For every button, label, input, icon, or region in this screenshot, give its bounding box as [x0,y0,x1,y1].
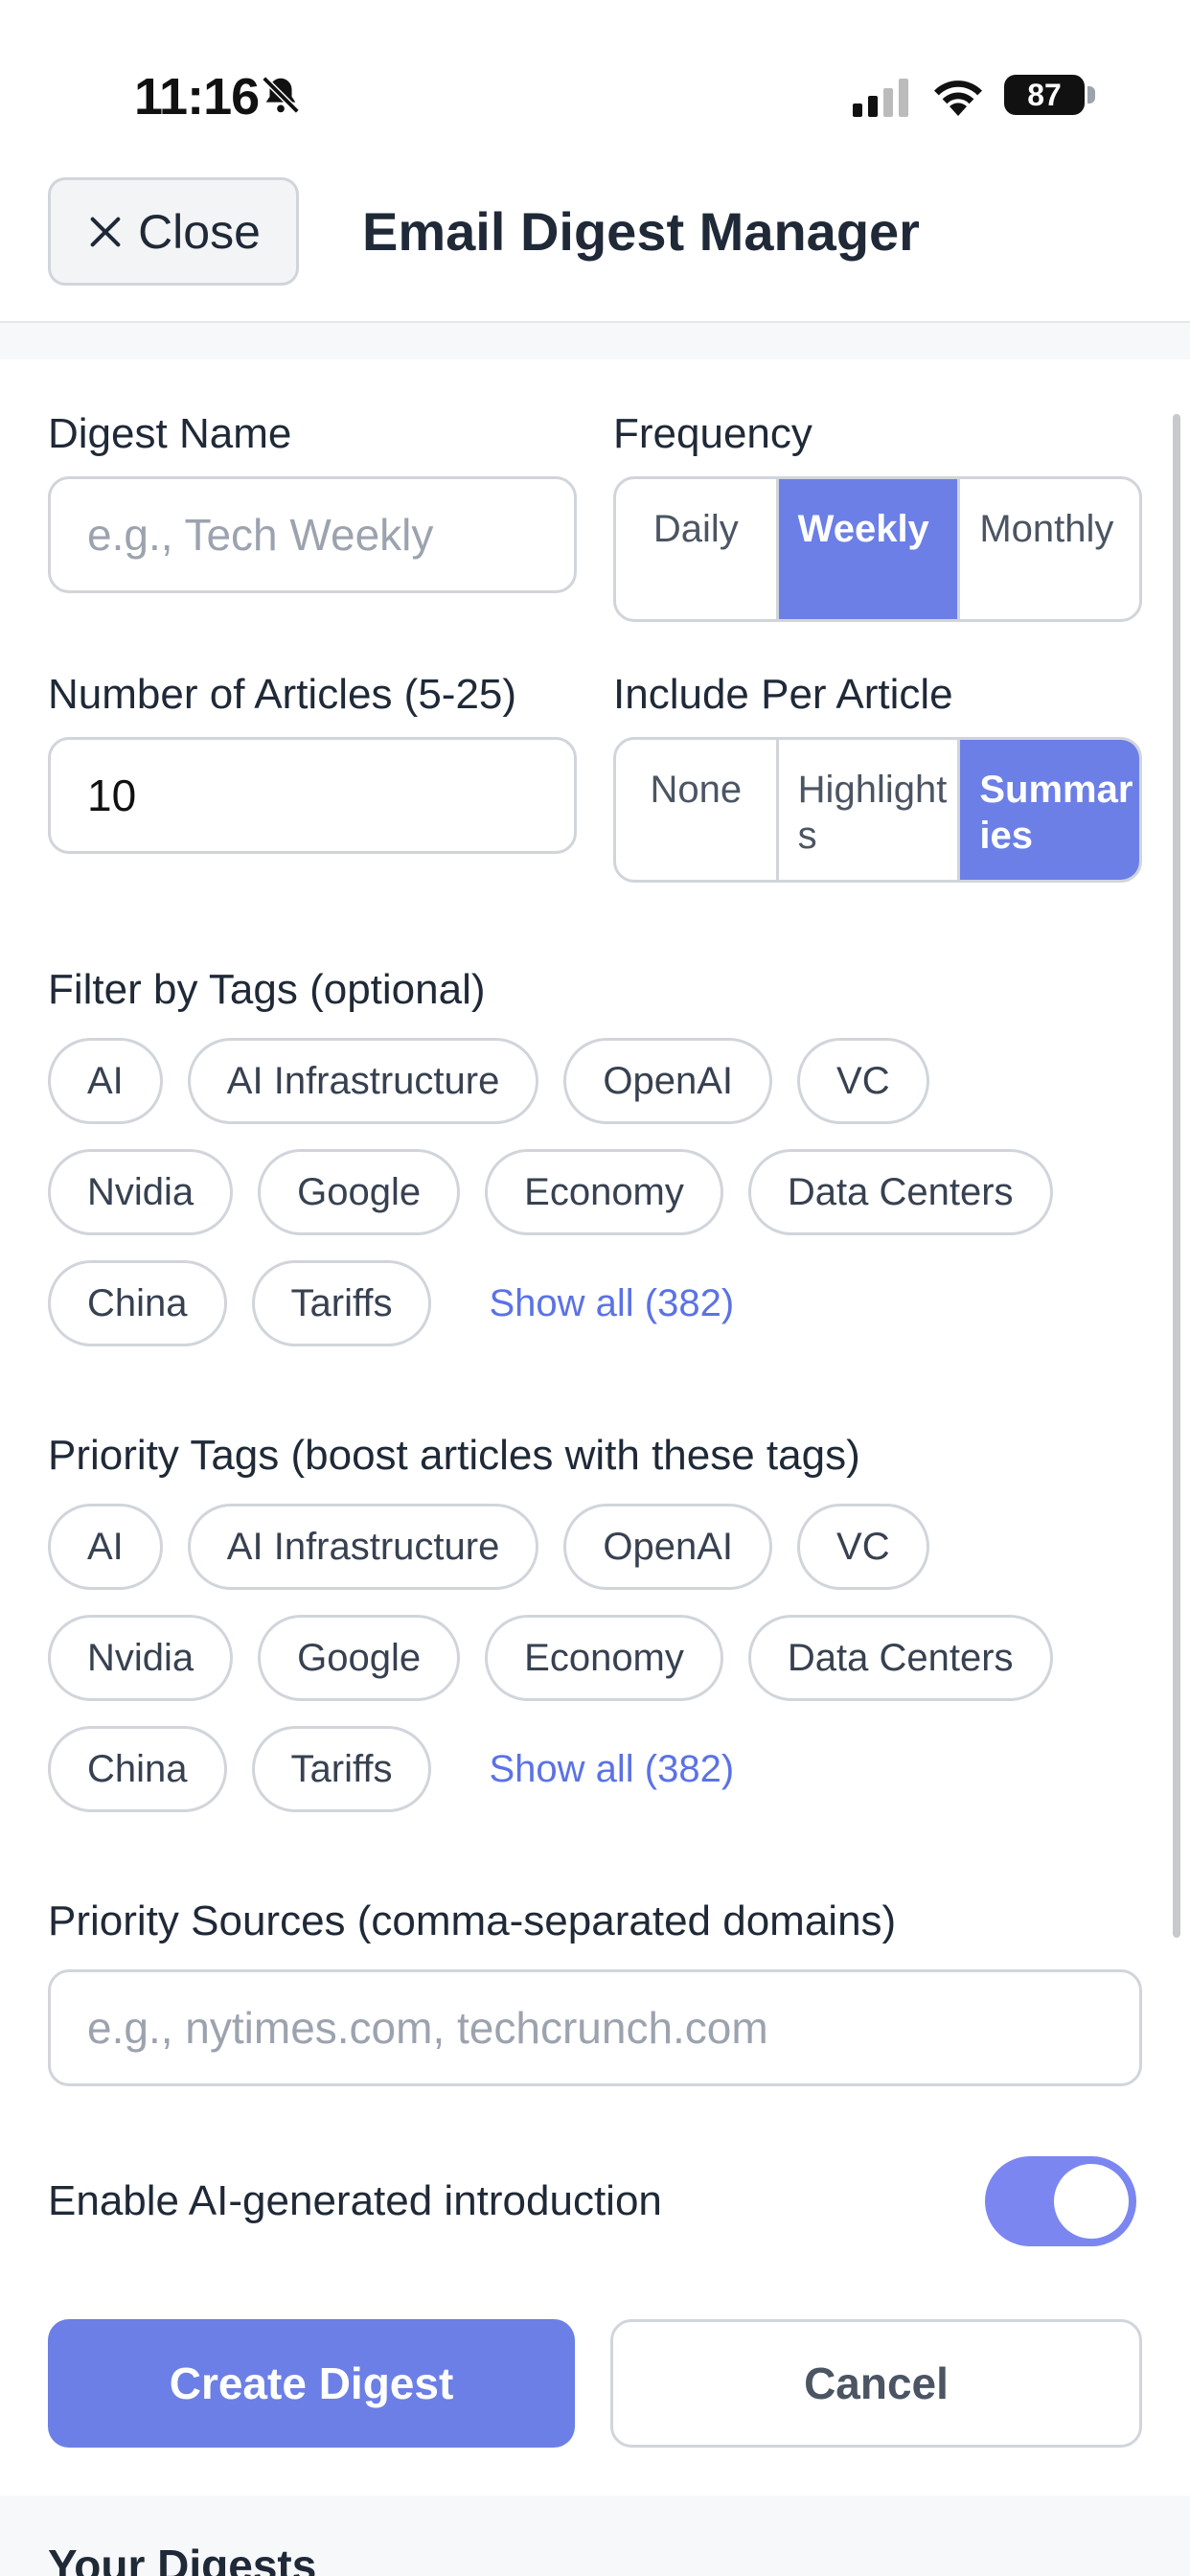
wifi-icon [934,80,982,116]
priority-tag-chip[interactable]: Tariffs [251,1726,432,1812]
include-option-none[interactable]: None [616,740,779,880]
filter-tags-row: Nvidia Google Economy Data Centers [48,1149,1053,1235]
signal-icon [853,79,908,117]
frequency-label: Frequency [613,410,812,457]
battery-level: 87 [1027,77,1062,112]
priority-tags-row: Nvidia Google Economy Data Centers [48,1615,1053,1701]
filter-tag-chip[interactable]: China [48,1260,227,1346]
battery-icon: 87 [1004,75,1085,115]
filter-tags-row: AI AI Infrastructure OpenAI VC [48,1038,929,1124]
priority-tag-chip[interactable]: Google [258,1615,461,1701]
filter-tag-chip[interactable]: Data Centers [747,1149,1053,1235]
filter-tag-chip[interactable]: Tariffs [251,1260,432,1346]
priority-sources-label: Priority Sources (comma-separated domain… [48,1898,897,1944]
priority-tag-chip[interactable]: AI Infrastructure [187,1504,539,1590]
frequency-option-monthly[interactable]: Monthly [960,479,1139,619]
priority-tag-chip[interactable]: OpenAI [563,1504,773,1590]
section-divider [0,323,1190,359]
filter-tags-show-all-link[interactable]: Show all (382) [489,1282,734,1325]
include-per-article-selector: None Highlights Summaries [613,737,1142,883]
scrollbar[interactable] [1173,414,1180,1938]
priority-tag-chip[interactable]: China [48,1726,227,1812]
include-option-highlights[interactable]: Highlights [779,740,961,880]
include-option-summaries[interactable]: Summaries [960,740,1139,880]
filter-tag-chip[interactable]: AI Infrastructure [187,1038,539,1124]
close-label: Close [138,204,261,259]
priority-tag-chip[interactable]: VC [797,1504,929,1590]
digest-name-label: Digest Name [48,410,292,457]
priority-sources-input[interactable] [48,1969,1142,2086]
page-title: Email Digest Manager [362,201,920,262]
frequency-selector: Daily Weekly Monthly [613,476,1142,622]
status-bar: 11:16 87 [0,0,1190,182]
priority-tags-row: China Tariffs Show all (382) [48,1726,734,1812]
filter-tag-chip[interactable]: OpenAI [563,1038,773,1124]
filter-tag-chip[interactable]: VC [797,1038,929,1124]
digest-name-input[interactable] [48,476,577,593]
bell-slash-icon [262,76,300,114]
filter-tag-chip[interactable]: Nvidia [48,1149,234,1235]
num-articles-input[interactable] [48,737,577,854]
header: Close Email Digest Manager [0,177,1190,323]
priority-tag-chip[interactable]: Economy [485,1615,723,1701]
filter-tag-chip[interactable]: Economy [485,1149,723,1235]
ai-intro-toggle[interactable] [985,2156,1136,2246]
filter-tags-row: China Tariffs Show all (382) [48,1260,734,1346]
status-time: 11:16 [134,68,260,126]
filter-tag-chip[interactable]: Google [258,1149,461,1235]
filter-tags-label: Filter by Tags (optional) [48,966,486,1013]
priority-tags-row: AI AI Infrastructure OpenAI VC [48,1504,929,1590]
your-digests-section: Your Digests [0,2496,1190,2576]
close-button[interactable]: Close [48,177,299,286]
filter-tag-chip[interactable]: AI [48,1038,163,1124]
frequency-option-weekly[interactable]: Weekly [778,479,961,619]
battery-tip [1087,86,1095,104]
cancel-button[interactable]: Cancel [610,2319,1142,2448]
priority-tag-chip[interactable]: Data Centers [747,1615,1053,1701]
num-articles-label: Number of Articles (5-25) [48,671,517,718]
your-digests-title: Your Digests [48,2541,317,2576]
priority-tags-label: Priority Tags (boost articles with these… [48,1432,860,1479]
create-digest-button[interactable]: Create Digest [48,2319,575,2448]
include-per-article-label: Include Per Article [613,671,953,718]
close-icon [90,217,121,246]
priority-tag-chip[interactable]: AI [48,1504,163,1590]
frequency-option-daily[interactable]: Daily [616,479,779,619]
priority-tag-chip[interactable]: Nvidia [48,1615,234,1701]
priority-tags-show-all-link[interactable]: Show all (382) [489,1748,734,1791]
toggle-knob [1054,2164,1129,2239]
ai-intro-label: Enable AI-generated introduction [48,2177,662,2224]
